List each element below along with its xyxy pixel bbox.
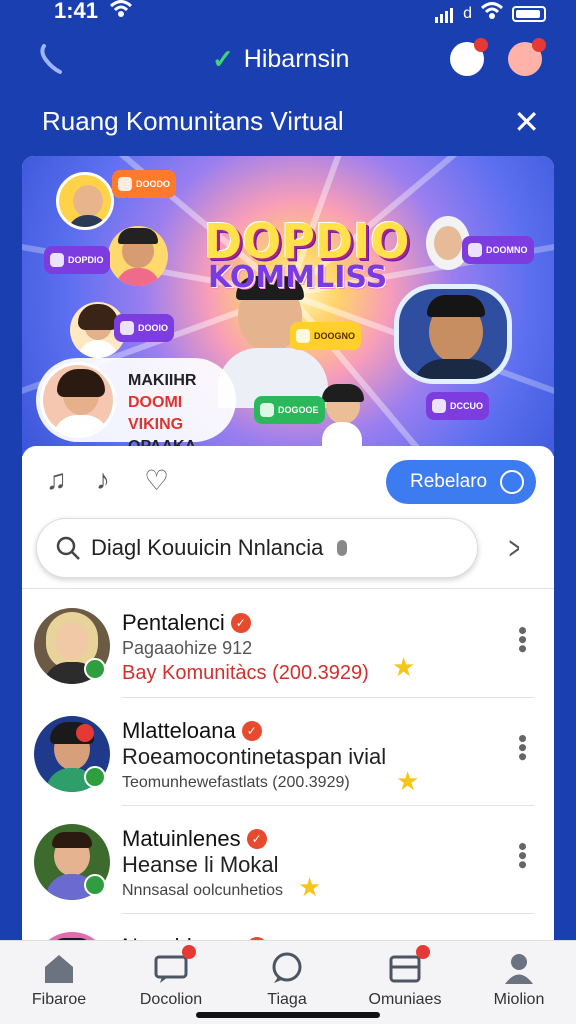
item-meta: Nnnsasal oolcunhetios [122,882,283,899]
nav-item-messages[interactable]: Docolion [116,945,226,1009]
bottom-nav: Fibaroe Docolion Tiaga Omuniaes Miolion [0,940,576,1024]
app-title-text: Hibarnsin [243,45,350,73]
chevron-right-icon[interactable]: > [509,530,520,567]
more-icon[interactable]: ••• [508,626,538,653]
mic-icon[interactable] [337,540,347,556]
battery-icon [512,5,546,22]
chat-icon [500,470,524,494]
notification-dot [532,38,546,52]
banner-chip: DOOGNO [290,322,362,350]
search-input[interactable]: Diagl Kouuicin Nnlancia [36,518,478,578]
list-item[interactable]: Pentalenci ✓ Pagaaohize 912 Bay Komunitàc… [22,596,554,702]
item-subtitle: Roeamocontinetaspan ivial [122,744,387,769]
room-toolbar: ♫ ♪ ♡ Rebelaro [22,446,554,526]
carrier-letter: d [463,4,472,22]
profile-action-button[interactable] [450,38,488,76]
search-value: Diagl Kouuicin Nnlancia [91,535,324,560]
search-icon [55,535,81,566]
online-badge [84,766,106,788]
home-icon [42,951,76,985]
item-name: Pentalenci ✓ [122,610,251,636]
check-icon: ✓ [212,44,234,74]
nav-label: Miolion [493,991,545,1008]
status-bar: 1:41 d [0,0,576,26]
phone-icon[interactable] [36,42,66,81]
online-badge [84,874,106,896]
close-icon[interactable]: ✕ [513,106,540,138]
star-icon: ★ [298,872,322,902]
community-banner: DOODO DOPDIO DOOIO DOOGNO DOOMNO DOGOOE … [22,156,554,456]
wifi-icon [109,0,133,23]
nav-label: Omuniaes [368,991,442,1008]
nav-item-communities[interactable]: Omuniaes [350,945,460,1009]
banner-headline: DOPDIO [204,212,410,270]
verified-icon: ✓ [241,721,262,741]
room-title: Ruang Komunitans Virtual [42,106,344,136]
verified-icon: ✓ [230,613,251,633]
nav-label: Docolion [139,991,203,1008]
message-icon [154,945,196,985]
banner-tag-text: MAKIIHR DOOMI VIKING OPAAKA [128,372,197,455]
participant-avatar [108,226,168,286]
banner-chip: DOPDIO [44,246,110,274]
banner-chip: DOOMNO [462,236,534,264]
participant-avatar [56,172,114,230]
app-bar: ✓ Hibarnsin [0,30,576,88]
heart-icon[interactable]: ♡ [144,464,169,497]
banner-tag: MAKIIHR DOOMI VIKING OPAAKA [36,358,236,455]
more-icon[interactable]: ••• [508,842,538,869]
notification-dot [416,945,430,959]
notification-dot [182,945,196,959]
signal-icon [435,5,455,23]
item-subtitle: Heanse li Mokal [122,852,279,877]
item-subtitle: Pagaaohize 912 [122,638,253,658]
notification-dot [474,38,488,52]
join-button-label: Rebelaro [410,471,488,492]
star-icon: ★ [392,652,416,682]
item-meta: Bay Komunitàcs (200.3929) [122,662,369,684]
status-time: 1:41 [54,0,99,23]
banner-chip: DOGOOE [254,396,325,424]
verified-icon: ✓ [246,829,267,849]
app-title: ✓ Hibarnsin [212,44,349,75]
nav-item-home[interactable]: Fibaroe [4,951,114,1009]
participant-avatar [394,284,512,384]
join-button[interactable]: Rebelaro [386,460,536,504]
nav-label: Tiaga [267,991,307,1008]
banner-chip: DOOIO [114,314,175,342]
room-header: Ruang Komunitans Virtual ✕ [42,104,546,144]
nav-label: Fibaroe [31,991,87,1008]
participant-avatar [318,384,366,448]
nav-item-profile[interactable]: Miolion [464,951,574,1009]
item-name: Mlatteloana ✓ [122,718,262,744]
banner-chip: DOODO [112,170,177,198]
music-icon[interactable]: ♪ [96,464,110,496]
room-card: DOODO DOPDIO DOOIO DOOGNO DOOMNO DOGOOE … [22,156,554,1024]
wifi-icon [480,2,504,25]
list-item[interactable]: Mlatteloana ✓ Roeamocontinetaspan ivial T… [22,704,554,810]
more-icon[interactable]: ••• [508,734,538,761]
chat-bubble-icon [270,951,304,985]
online-badge [84,658,106,680]
star-icon: ★ [396,766,420,796]
user-icon [502,951,536,985]
item-meta: Teomunhewefastlats (200.3929) [122,774,350,791]
home-indicator [196,1012,380,1018]
avatar-action-button[interactable] [508,38,546,76]
music-note-icon[interactable]: ♫ [46,464,67,496]
nav-item-chat[interactable]: Tiaga [232,951,342,1009]
inbox-icon [388,945,430,985]
participant-avatar [40,362,116,438]
item-name: Matuinlenes ✓ [122,826,267,852]
divider [22,588,554,589]
list-item[interactable]: Matuinlenes ✓ Heanse li Mokal Nnnsasal oo… [22,812,554,918]
banner-subheadline: KOMMLISS [208,260,388,295]
banner-chip: DCCUO [426,392,489,420]
